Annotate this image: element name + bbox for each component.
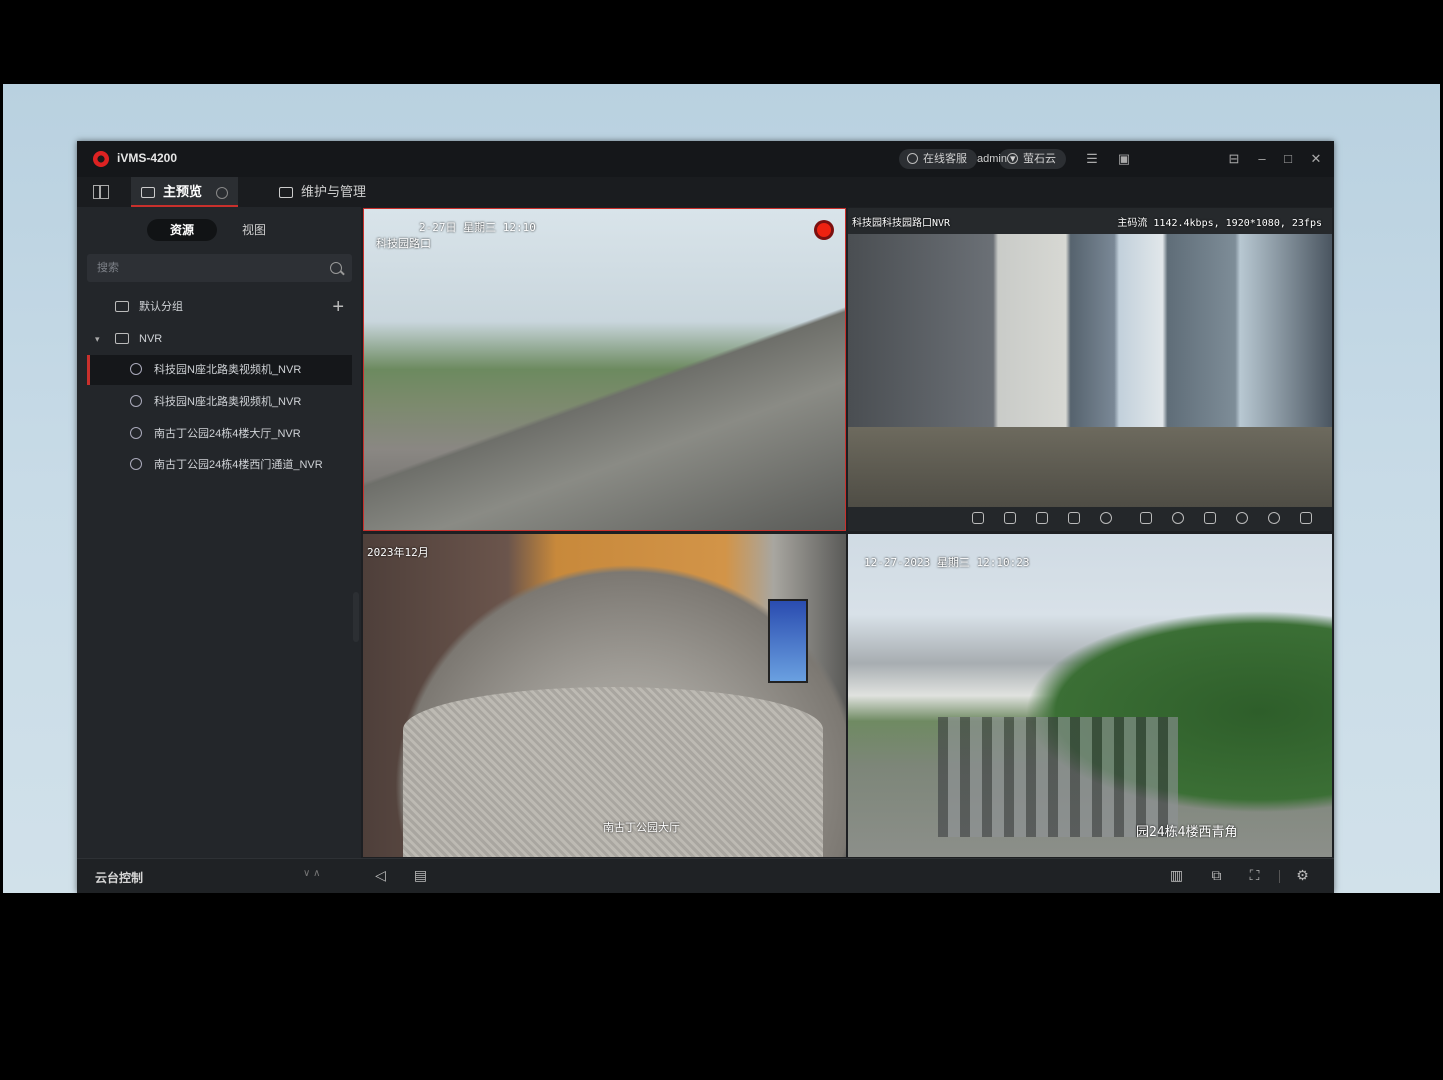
video-scene bbox=[938, 717, 1178, 837]
screenshot-icon[interactable]: ▣ bbox=[1117, 152, 1131, 166]
view-switch: 资源 视图 bbox=[147, 219, 289, 241]
microphone-icon[interactable] bbox=[1204, 512, 1216, 524]
playback-icon[interactable] bbox=[1268, 512, 1280, 524]
minimize-icon[interactable]: – bbox=[1255, 152, 1269, 166]
tree-camera-1[interactable]: 科技园N座北路奥视频机_NVR bbox=[87, 355, 352, 385]
zoom-icon[interactable] bbox=[1004, 512, 1016, 524]
osd-caption: 南古丁公园大厅 bbox=[603, 821, 680, 834]
video-window-4[interactable]: 12-27-2023 星期三 12:10:23 园24栋4楼西青角 bbox=[848, 534, 1332, 857]
search-input[interactable]: 搜索 bbox=[87, 254, 352, 282]
video-window-3[interactable]: 2023年12月 南古丁公园大厅 bbox=[363, 534, 846, 857]
ptz-toggle-icons[interactable]: ∨ ∧ bbox=[303, 868, 320, 879]
camera-status-icon bbox=[130, 427, 142, 439]
tree-label: NVR bbox=[139, 333, 163, 345]
tools-icon bbox=[279, 187, 293, 199]
add-group-icon[interactable]: + bbox=[332, 292, 344, 322]
app-title: iVMS-4200 bbox=[117, 151, 178, 165]
username: admin bbox=[977, 153, 1007, 165]
video-window-2[interactable]: 科技园科技园路口NVR 主码流 1142.4kbps, 1920*1080, 2… bbox=[848, 208, 1332, 531]
tree-label: 南古丁公园24栋4楼大厅_NVR bbox=[154, 428, 301, 440]
user-menu[interactable]: admin ▾ bbox=[977, 152, 1016, 165]
tree-label: 默认分组 bbox=[139, 301, 183, 313]
more-icon[interactable] bbox=[1300, 512, 1312, 524]
layout-icon[interactable]: ▥ bbox=[1169, 868, 1184, 883]
osd-camera-name: 科技园路口 bbox=[376, 237, 431, 250]
headset-icon bbox=[907, 153, 918, 164]
app-window: iVMS-4200 在线客服 萤石云 ☰ ▣ admin ▾ ⊟ – □ ✕ 主… bbox=[77, 141, 1334, 893]
online-service-label: 在线客服 bbox=[923, 153, 967, 165]
stop-icon[interactable] bbox=[972, 512, 984, 524]
osd-time: 12-27-2023 星期三 12:10:23 bbox=[864, 556, 1030, 569]
expand-icon[interactable]: ▾ bbox=[95, 324, 100, 354]
osd-camera-name: 科技园科技园路口NVR bbox=[852, 218, 951, 229]
tab-main-preview[interactable]: 主预览 bbox=[131, 177, 239, 207]
tab-maintenance-label: 维护与管理 bbox=[301, 184, 367, 199]
maximize-icon[interactable]: □ bbox=[1281, 152, 1295, 166]
alarm-icon[interactable] bbox=[1036, 512, 1048, 524]
recording-icon bbox=[817, 223, 831, 237]
record-icon[interactable] bbox=[1172, 512, 1184, 524]
capture-icon[interactable] bbox=[1140, 512, 1152, 524]
camera-status-icon bbox=[130, 395, 142, 407]
volume-icon[interactable]: ◁ bbox=[373, 868, 388, 883]
record-icon[interactable]: ▤ bbox=[413, 868, 428, 883]
tree-camera-4[interactable]: 南古丁公园24栋4楼西门通道_NVR bbox=[87, 450, 352, 480]
video-toolbar bbox=[848, 507, 1332, 531]
digital-zoom-icon[interactable] bbox=[1236, 512, 1248, 524]
osd-time: 2023年12月 bbox=[367, 546, 429, 559]
sidebar-resize-handle[interactable] bbox=[353, 592, 359, 642]
control-panel-icon[interactable] bbox=[93, 185, 109, 199]
tab-bar: 主预览 维护与管理 bbox=[77, 177, 1334, 207]
window-icon[interactable]: ⧉ bbox=[1209, 868, 1224, 883]
list-icon[interactable]: ☰ bbox=[1085, 152, 1099, 166]
tab-maintenance[interactable]: 维护与管理 bbox=[269, 177, 376, 207]
tree-label: 科技园N座北路奥视频机_NVR bbox=[154, 396, 302, 408]
tab-views[interactable]: 视图 bbox=[219, 219, 289, 241]
group-icon bbox=[115, 301, 129, 312]
logo-icon bbox=[93, 151, 109, 167]
tree-group-default[interactable]: 默认分组 + bbox=[77, 292, 352, 322]
camera-status-icon bbox=[130, 458, 142, 470]
fullscreen-icon[interactable]: ⛶ bbox=[1247, 868, 1262, 883]
tab-close-icon[interactable] bbox=[216, 186, 229, 199]
ptz-label: 云台控制 bbox=[95, 871, 144, 885]
fisheye-icon[interactable] bbox=[1068, 512, 1080, 524]
ptz-control-bar[interactable]: 云台控制 ∨ ∧ bbox=[77, 858, 361, 893]
osd-caption: 园24栋4楼西青角 bbox=[1136, 825, 1238, 840]
resource-sidebar: 资源 视图 搜索 默认分组 + ▾ NVR 科技园N座北路奥视频机_NVR 科技… bbox=[77, 207, 361, 893]
osd-stream-info: 主码流 1142.4kbps, 1920*1080, 23fps bbox=[1117, 218, 1322, 229]
search-icon[interactable] bbox=[330, 262, 342, 274]
folder-icon bbox=[115, 333, 129, 344]
video-window-1[interactable]: 2-27日 星期三 12:10 科技园路口 bbox=[363, 208, 846, 531]
camera-status-icon bbox=[130, 363, 142, 375]
ptz-icon[interactable] bbox=[1100, 512, 1112, 524]
tree-camera-2[interactable]: 科技园N座北路奥视频机_NVR bbox=[87, 387, 352, 417]
title-bar: iVMS-4200 在线客服 萤石云 ☰ ▣ admin ▾ ⊟ – □ ✕ bbox=[77, 141, 1334, 177]
tree-group-nvr[interactable]: ▾ NVR bbox=[77, 324, 352, 354]
online-service-button[interactable]: 在线客服 bbox=[899, 149, 977, 169]
tree-label: 南古丁公园24栋4楼西门通道_NVR bbox=[154, 459, 323, 471]
settings-icon[interactable]: ⚙ bbox=[1295, 868, 1310, 883]
cloud-label: 萤石云 bbox=[1023, 153, 1056, 165]
camera-icon bbox=[141, 187, 155, 199]
video-scene bbox=[848, 427, 1332, 507]
osd-time: 2-27日 星期三 12:10 bbox=[419, 221, 536, 234]
chevron-down-icon: ▾ bbox=[1010, 153, 1016, 165]
tab-resources[interactable]: 资源 bbox=[147, 219, 217, 241]
video-scene-display bbox=[768, 599, 808, 683]
preview-toolbar: ◁ ▤ ▥ ⧉ ⛶ ⚙ bbox=[361, 858, 1334, 893]
toolbar-divider bbox=[1279, 870, 1280, 883]
search-placeholder: 搜索 bbox=[97, 262, 119, 274]
tree-label: 科技园N座北路奥视频机_NVR bbox=[154, 364, 302, 376]
lock-icon[interactable]: ⊟ bbox=[1227, 152, 1241, 166]
tree-camera-3[interactable]: 南古丁公园24栋4楼大厅_NVR bbox=[87, 419, 352, 449]
close-icon[interactable]: ✕ bbox=[1309, 152, 1323, 166]
tab-main-preview-label: 主预览 bbox=[163, 184, 203, 199]
